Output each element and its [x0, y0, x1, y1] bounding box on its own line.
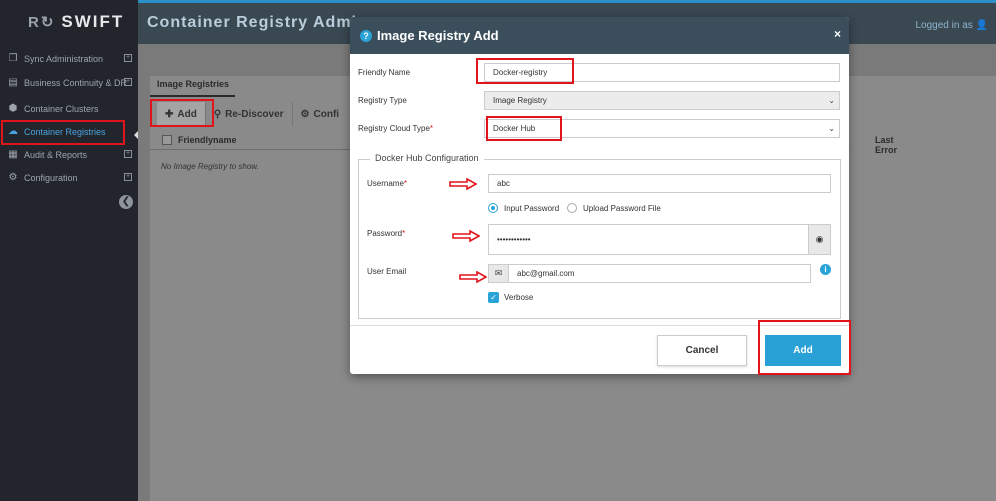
dialog-header: ? Image Registry Add × [350, 17, 849, 54]
upload-password-file-radio[interactable] [567, 203, 577, 213]
collapse-sidebar-icon[interactable]: ❮ [119, 195, 133, 209]
page-title: Container Registry Admin [147, 14, 368, 31]
expand-icon[interactable]: + [124, 78, 132, 86]
column-friendlyname[interactable]: Friendlyname [178, 135, 237, 145]
sidebar-item-container-clusters[interactable]: ⬢ Container Clusters [0, 98, 138, 120]
dialog-title: Image Registry Add [377, 28, 499, 43]
password-label-text: Password [367, 229, 403, 238]
username-label: Username* [367, 179, 407, 188]
cube-icon: ⬢ [8, 103, 18, 114]
cancel-button[interactable]: Cancel [657, 335, 747, 366]
info-icon[interactable]: i [820, 264, 831, 275]
sidebar-item-label: Audit & Reports [24, 150, 88, 160]
binoculars-icon: ⚲ [213, 108, 222, 120]
upload-password-file-label[interactable]: Upload Password File [583, 204, 661, 213]
question-icon: ? [360, 29, 372, 42]
username-input[interactable]: abc [488, 174, 831, 193]
show-password-icon[interactable]: ◉ [808, 224, 831, 255]
registry-type-select[interactable]: Image Registry ⌄ [484, 91, 840, 110]
sidebar-item-label: Container Clusters [24, 104, 99, 114]
sidebar-item-label: Business Continuity & DR [24, 78, 128, 88]
annotation-arrow-icon [459, 271, 487, 283]
rediscover-label: Re-Discover [225, 108, 284, 120]
required-marker: * [402, 229, 406, 238]
expand-icon[interactable]: + [124, 54, 132, 62]
registry-cloud-type-label: Registry Cloud Type* [358, 124, 433, 133]
tab-underline [150, 95, 235, 97]
input-password-radio[interactable] [488, 203, 498, 213]
app-logo: R↻ SWIFT [0, 0, 138, 44]
logo-mark: R↻ [28, 14, 56, 31]
friendly-name-label: Friendly Name [358, 68, 411, 77]
sidebar-item-label: Configuration [24, 173, 78, 183]
sidebar-item-sync-administration[interactable]: ❐ Sync Administration + [0, 48, 138, 70]
verbose-checkbox[interactable]: ✓ [488, 292, 499, 303]
annotation-arrow-icon [449, 178, 477, 190]
envelope-icon: ✉ [488, 264, 509, 283]
tab-image-registries[interactable]: Image Registries [157, 79, 229, 89]
server-icon: ▤ [8, 77, 18, 88]
configure-button[interactable]: ⚙ Confi [293, 102, 348, 126]
annotation-box-cloud-type [486, 116, 562, 141]
expand-icon[interactable]: + [124, 150, 132, 158]
sidebar-item-business-continuity[interactable]: ▤ Business Continuity & DR + [0, 72, 138, 94]
username-label-text: Username [367, 179, 404, 188]
logged-in-label: Logged in as [915, 20, 973, 31]
sidebar-item-label: Sync Administration [24, 54, 104, 64]
registry-type-label: Registry Type [358, 96, 407, 105]
copy-icon: ❐ [8, 53, 18, 64]
table-icon: ▦ [8, 149, 18, 160]
verbose-label[interactable]: Verbose [504, 293, 533, 302]
password-input[interactable]: •••••••••••• [488, 224, 809, 255]
user-email-label: User Email [367, 267, 407, 276]
empty-grid-message: No Image Registry to show. [161, 162, 259, 171]
password-label: Password* [367, 229, 405, 238]
input-password-label[interactable]: Input Password [504, 204, 559, 213]
expand-icon[interactable]: + [124, 173, 132, 181]
configure-label: Confi [313, 108, 340, 120]
column-last-error[interactable]: Last Error [875, 135, 897, 155]
user-icon: 👤 [975, 20, 988, 31]
annotation-box-add-button [758, 320, 851, 375]
rediscover-button[interactable]: ⚲ Re-Discover [206, 102, 293, 126]
logged-in-text[interactable]: Logged in as 👤 [915, 20, 988, 31]
annotation-box-friendly-name [476, 58, 574, 84]
required-marker: * [429, 124, 434, 133]
registry-type-value: Image Registry [493, 96, 547, 105]
gears-icon: ⚙ [8, 172, 18, 183]
user-email-input[interactable]: abc@gmail.com [508, 264, 811, 283]
sidebar-item-audit-reports[interactable]: ▦ Audit & Reports + [0, 144, 138, 166]
chevron-down-icon: ⌄ [828, 124, 835, 133]
gears-icon: ⚙ [300, 108, 310, 120]
logo-text: SWIFT [61, 12, 125, 31]
chevron-down-icon: ⌄ [828, 96, 835, 105]
annotation-arrow-icon [452, 230, 480, 242]
sidebar: R↻ SWIFT ❐ Sync Administration + ▤ Busin… [0, 0, 139, 501]
close-icon[interactable]: × [834, 27, 841, 41]
docker-hub-config-legend: Docker Hub Configuration [370, 153, 484, 163]
select-all-checkbox[interactable] [162, 135, 172, 145]
sidebar-item-configuration[interactable]: ⚙ Configuration + [0, 167, 138, 189]
registry-cloud-type-label-text: Registry Cloud Type [358, 124, 430, 133]
annotation-box-add [150, 99, 214, 127]
required-marker: * [403, 179, 408, 188]
annotation-box-container-registries [1, 120, 125, 145]
